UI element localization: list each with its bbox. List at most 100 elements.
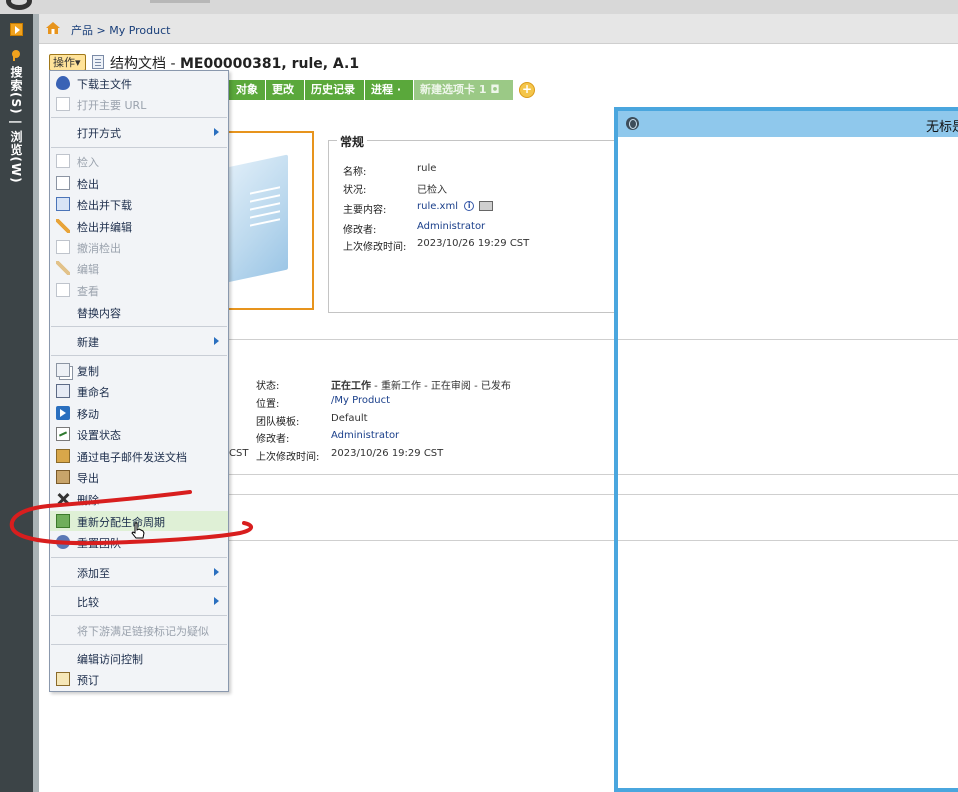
breadcrumb[interactable]: 产品 > My Product bbox=[71, 22, 170, 38]
menu-separator bbox=[51, 615, 227, 616]
right-panel: 无标是 bbox=[614, 107, 958, 792]
right-divider bbox=[618, 540, 958, 541]
menu-reserve[interactable]: 预订 bbox=[50, 669, 228, 689]
menu-item-label: 设置状态 bbox=[77, 429, 121, 442]
modified-time-label: 上次修改时间: bbox=[256, 452, 320, 463]
clipped-text: CST bbox=[229, 448, 249, 459]
undo-check-out-icon bbox=[56, 240, 70, 254]
tab-new-tab-1[interactable]: 新建选项卡 1 ◘ bbox=[414, 80, 514, 100]
menu-item-label: 预订 bbox=[77, 674, 99, 687]
menu-check-out[interactable]: 检出 bbox=[50, 173, 228, 193]
check-in-icon bbox=[56, 154, 70, 168]
modifier-link[interactable]: Administrator bbox=[331, 430, 399, 441]
right-panel-title: 无标是 bbox=[926, 120, 958, 135]
menu-open-with[interactable]: 打开方式 bbox=[50, 122, 228, 142]
add-tab-icon[interactable]: + bbox=[519, 82, 535, 98]
menu-item-label: 重置团队 bbox=[77, 537, 121, 550]
expand-navigator-icon[interactable] bbox=[10, 23, 23, 36]
lifecycle-state-label: 状态: bbox=[256, 381, 280, 392]
menu-reset-team[interactable]: 重置团队 bbox=[50, 532, 228, 552]
attr-modifier-link[interactable]: Administrator bbox=[417, 221, 485, 232]
menu-item-label: 重新分配生命周期 bbox=[77, 516, 165, 529]
menu-separator bbox=[51, 326, 227, 327]
check-out-download-icon bbox=[56, 197, 70, 211]
menu-edit[interactable]: 编辑 bbox=[50, 258, 228, 278]
menu-rename[interactable]: 重命名 bbox=[50, 381, 228, 401]
attr-label: 上次修改时间: bbox=[343, 242, 407, 253]
menu-add-to[interactable]: 添加至 bbox=[50, 562, 228, 582]
menu-item-label: 检入 bbox=[77, 156, 99, 169]
menu-check-in[interactable]: 检入 bbox=[50, 151, 228, 171]
right-divider bbox=[618, 339, 958, 340]
menu-set-state[interactable]: 设置状态 bbox=[50, 424, 228, 444]
tab-history[interactable]: 历史记录 bbox=[305, 80, 365, 100]
attr-label: 主要内容: bbox=[343, 205, 387, 216]
team-template-value: Default bbox=[331, 413, 368, 424]
general-attributes-panel: 常规 名称: rule 状况: 已检入 主要内容: rule.xml i 修改者… bbox=[328, 133, 628, 313]
menu-separator bbox=[51, 557, 227, 558]
print-icon[interactable] bbox=[479, 201, 494, 211]
menu-check-out-edit[interactable]: 检出并编辑 bbox=[50, 216, 228, 236]
check-out-icon bbox=[56, 176, 70, 190]
edit-icon bbox=[56, 261, 70, 275]
menu-reassign-lifecycle[interactable]: 重新分配生命周期 bbox=[50, 511, 228, 531]
location-link[interactable]: /My Product bbox=[331, 395, 390, 406]
menu-view[interactable]: 查看 bbox=[50, 280, 228, 300]
menu-item-label: 新建 bbox=[77, 336, 99, 349]
right-panel-header: 无标是 bbox=[618, 111, 958, 137]
attr-label: 名称: bbox=[343, 167, 367, 178]
submenu-arrow-icon bbox=[214, 128, 219, 136]
copy-icon bbox=[56, 363, 70, 377]
navigator-label[interactable]: 搜索(S) | 浏览(W) bbox=[8, 66, 25, 184]
menu-mark-suspect[interactable]: 将下游满足链接标记为疑似 bbox=[50, 620, 228, 640]
actions-button[interactable]: 操作▾ bbox=[49, 54, 86, 71]
tab-changes[interactable]: 更改 bbox=[266, 80, 305, 100]
section-divider bbox=[229, 474, 628, 475]
menu-check-out-download[interactable]: 检出并下载 bbox=[50, 194, 228, 214]
menu-download-primary[interactable]: 下载主文件 bbox=[50, 73, 228, 93]
modified-time-value: 2023/10/26 19:29 CST bbox=[331, 448, 444, 459]
general-legend: 常规 bbox=[337, 133, 368, 150]
document-thumbnail[interactable] bbox=[228, 131, 314, 310]
menu-item-label: 将下游满足链接标记为疑似 bbox=[77, 625, 209, 638]
state-sequence: - 重新工作 - 正在审阅 - 已发布 bbox=[371, 381, 511, 392]
menu-delete[interactable]: 删除 bbox=[50, 489, 228, 509]
team-template-label: 团队模板: bbox=[256, 417, 300, 428]
pin-icon[interactable] bbox=[12, 50, 20, 61]
menu-item-label: 查看 bbox=[77, 285, 99, 298]
attr-name-value: rule bbox=[417, 163, 437, 174]
attr-label: 修改者: bbox=[343, 225, 377, 236]
menu-copy[interactable]: 复制 bbox=[50, 360, 228, 380]
export-icon bbox=[56, 470, 70, 484]
menu-item-label: 检出并编辑 bbox=[77, 221, 132, 234]
menu-email-document[interactable]: 通过电子邮件发送文档 bbox=[50, 446, 228, 466]
structured-document-icon bbox=[92, 55, 104, 69]
menu-open-primary-url[interactable]: 打开主要 URL bbox=[50, 94, 228, 114]
section-divider bbox=[229, 540, 628, 541]
modifier-label: 修改者: bbox=[256, 434, 290, 445]
location-label: 位置: bbox=[256, 399, 280, 410]
primary-content-link[interactable]: rule.xml bbox=[417, 201, 458, 212]
menu-new[interactable]: 新建 bbox=[50, 331, 228, 351]
delete-icon bbox=[56, 492, 70, 506]
menu-item-label: 通过电子邮件发送文档 bbox=[77, 451, 187, 464]
globe-icon[interactable] bbox=[626, 117, 639, 130]
breadcrumb-bar: 产品 > My Product bbox=[39, 14, 958, 44]
right-divider bbox=[618, 494, 958, 495]
tab-process[interactable]: 进程 · bbox=[365, 80, 414, 100]
reassign-lifecycle-icon bbox=[56, 514, 70, 528]
reset-team-icon bbox=[56, 535, 70, 549]
home-icon[interactable] bbox=[46, 22, 60, 34]
submenu-arrow-icon bbox=[214, 568, 219, 576]
menu-compare[interactable]: 比较 bbox=[50, 591, 228, 611]
current-state: 正在工作 bbox=[331, 381, 371, 392]
menu-edit-access-control[interactable]: 编辑访问控制 bbox=[50, 648, 228, 668]
menu-export[interactable]: 导出 bbox=[50, 467, 228, 487]
menu-move[interactable]: 移动 bbox=[50, 403, 228, 423]
info-icon[interactable]: i bbox=[464, 201, 475, 211]
menu-replace-content[interactable]: 替换内容 bbox=[50, 302, 228, 322]
menu-undo-check-out[interactable]: 撤消检出 bbox=[50, 237, 228, 257]
menu-item-label: 重命名 bbox=[77, 386, 110, 399]
menu-separator bbox=[51, 117, 227, 118]
app-logo-icon bbox=[6, 0, 32, 10]
